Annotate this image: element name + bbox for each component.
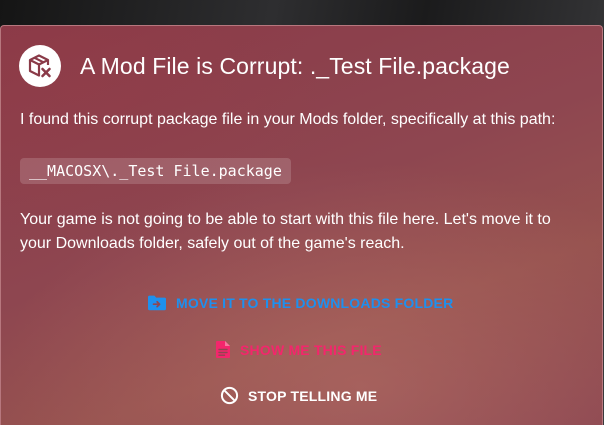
message-intro: I found this corrupt package file in you… (20, 111, 556, 128)
dialog-header: A Mod File is Corrupt: ._Test File.packa… (18, 44, 510, 88)
file-document-icon (216, 341, 230, 358)
package-corrupt-icon (19, 45, 61, 87)
stop-telling-me-button[interactable]: STOP TELLING ME (220, 386, 377, 405)
move-to-downloads-button[interactable]: MOVE IT TO THE DOWNLOADS FOLDER (147, 294, 453, 312)
move-button-label: MOVE IT TO THE DOWNLOADS FOLDER (176, 295, 454, 311)
stop-button-label: STOP TELLING ME (248, 387, 378, 404)
show-button-label: SHOW ME THIS FILE (240, 341, 382, 358)
message-explanation: Your game is not going to be able to sta… (20, 211, 551, 252)
corrupt-mod-dialog: A Mod File is Corrupt: ._Test File.packa… (0, 25, 603, 425)
show-file-button[interactable]: SHOW ME THIS FILE (215, 340, 382, 359)
cancel-circle-icon (220, 386, 239, 405)
folder-move-icon (148, 295, 166, 311)
dialog-title: A Mod File is Corrupt: ._Test File.packa… (80, 52, 510, 79)
file-path-chip: __MACOSX\._Test File.package (20, 158, 291, 184)
